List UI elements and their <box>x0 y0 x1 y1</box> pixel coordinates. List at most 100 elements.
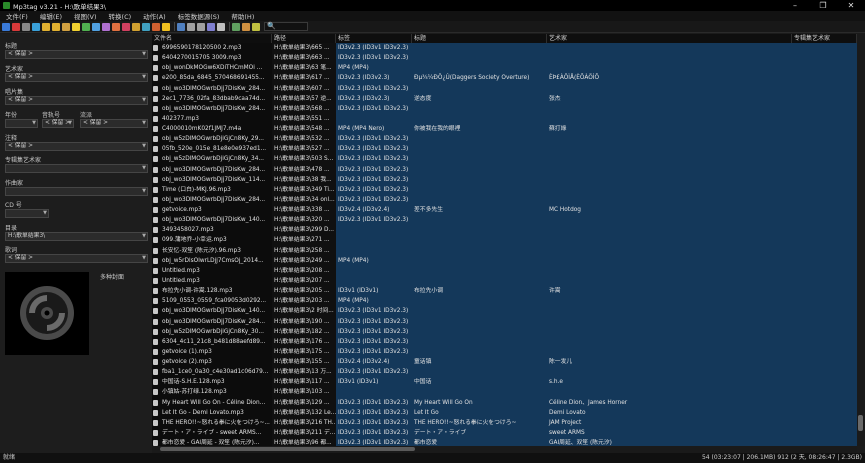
table-row[interactable]: 3493458027.mp3 H:\歌单结果3\299 D... <box>152 225 857 236</box>
table-row[interactable]: e200_85da_6845_570468691455... H:\歌单结果3\6… <box>152 73 857 84</box>
album-field[interactable]: < 保留 > ▼ <box>5 96 148 105</box>
scroll-thumb[interactable] <box>858 415 863 431</box>
table-row[interactable]: obj_wo3DlMOGwrbDjj7DisKw_284... H:\歌单结果3\… <box>152 316 857 327</box>
table-row[interactable]: 099.蒲地乔-小幸运.mp3 H:\歌单结果3\271 ... <box>152 235 857 246</box>
track-field[interactable]: < 保留 > ▼ <box>42 119 74 128</box>
table-row[interactable]: Let It Go - Demi Lovato.mp3 H:\歌单结果3\132 … <box>152 407 857 418</box>
close-icon[interactable]: ✕ <box>837 0 865 11</box>
artist-field[interactable]: < 保留 > ▼ <box>5 73 148 82</box>
table-row[interactable]: getvoice.mp3 H:\歌单结果3\338 ... ID3v2.4 (ID3… <box>152 205 857 216</box>
menu-help[interactable]: 帮助(H) <box>231 11 254 21</box>
save-icon[interactable] <box>2 22 10 31</box>
tag-to-filename-icon[interactable] <box>82 22 90 31</box>
table-row[interactable]: 小镇姑-苏打绿.128.mp3 H:\歌单结果3\103 ... <box>152 387 857 398</box>
table-row[interactable]: fba1_1ce0_0a30_c4e30ad1c06d79... H:\歌单结果3… <box>152 367 857 378</box>
table-row[interactable]: Time (口白)-MKJ.96.mp3 H:\歌单结果3\349 Ti... ID… <box>152 184 857 195</box>
table-row[interactable]: obj_wo3DlMOGwrbDjj7DisKw_114... H:\歌单结果3\… <box>152 174 857 185</box>
column-header-title[interactable]: 标题 <box>412 34 547 43</box>
options-icon[interactable] <box>217 22 225 31</box>
add-folder-icon[interactable] <box>52 22 60 31</box>
column-header-filename[interactable]: 文件名 <box>152 34 272 43</box>
select-all-icon[interactable] <box>177 22 185 31</box>
table-row[interactable]: 中国话-S.H.E.128.mp3 H:\歌单结果3\117 ... ID3v1 (… <box>152 377 857 388</box>
table-row[interactable]: Untitled.mp3 H:\歌单结果3\207 ... <box>152 275 857 287</box>
table-row[interactable]: 6404270015705 3009.mp3 H:\歌单结果3\663 ... ID… <box>152 53 857 64</box>
genre-field[interactable]: < 保留 > ▼ <box>80 119 148 128</box>
table-row[interactable]: My Heart Will Go On - Céline Dion... H:\歌… <box>152 397 857 408</box>
favorite-icon[interactable] <box>72 22 80 31</box>
table-row[interactable]: obj_wo3DlMOGwrbDjj7DisKw_284... H:\歌单结果3\… <box>152 83 857 94</box>
table-row[interactable]: 6996590178120500 2.mp3 H:\歌单结果3\665 ... ID… <box>152 43 857 54</box>
column-header-album-artist[interactable]: 专辑集艺术家 <box>792 34 857 43</box>
export-icon[interactable] <box>162 22 170 31</box>
horizontal-scrollbar[interactable] <box>152 446 857 453</box>
playlist-icon[interactable] <box>62 22 70 31</box>
discogs-icon[interactable] <box>142 22 150 31</box>
refresh-icon[interactable] <box>32 22 40 31</box>
directory-field[interactable]: H:\歌单结果3\ ▼ <box>5 232 148 241</box>
filename-to-tag-icon[interactable] <box>92 22 100 31</box>
copy-tag-icon[interactable] <box>187 22 195 31</box>
vertical-scrollbar[interactable] <box>857 34 865 446</box>
web-icon[interactable] <box>242 22 250 31</box>
undo-icon[interactable] <box>22 22 30 31</box>
table-row[interactable]: getvoice (2).mp3 H:\歌单结果3\155 ... ID3v2.4 … <box>152 357 857 368</box>
table-row[interactable]: 5109_0553_0559_fca09053d0292... H:\歌单结果3\… <box>152 296 857 307</box>
table-row[interactable]: 402377.mp3 H:\歌单结果3\551 ... <box>152 113 857 125</box>
help-icon[interactable] <box>252 22 260 31</box>
menu-tag-sources[interactable]: 标签数据源(S) <box>178 11 220 21</box>
table-row[interactable]: THE HERO!!~怒れる拳に火をつけろ~... H:\歌单结果3\216 TH… <box>152 417 857 428</box>
table-row[interactable]: C4000010mK02f1JMJ7.m4a H:\歌单结果3\548 ... MP… <box>152 124 857 135</box>
paste-tag-icon[interactable] <box>197 22 205 31</box>
table-row[interactable]: デート・ア・ライブ - sweet ARMS... H:\歌单结果3\211 デ.… <box>152 427 857 439</box>
scroll-thumb[interactable] <box>160 447 415 451</box>
freedb-icon[interactable] <box>122 22 130 31</box>
cover-art[interactable] <box>5 272 89 355</box>
year-field[interactable]: ▼ <box>5 119 38 128</box>
remove-tag-icon[interactable] <box>12 22 20 31</box>
table-row[interactable]: obj_wo3DlMOGwrbDjj7DisKw_284... H:\歌单结果3\… <box>152 164 857 175</box>
comment-field[interactable]: < 保留 > ▼ <box>5 142 148 151</box>
table-row[interactable]: obj_wonDkMOGw6XDiTHCmMOi ... H:\歌单结果3\63 … <box>152 63 857 74</box>
table-row[interactable]: 布拉先小调-许嵩.128.mp3 H:\歌单结果3\205 ... ID3v1 (I… <box>152 286 857 297</box>
table-row[interactable]: obj_w5zDlMOGwrbDjiGjCn8Ky_34... H:\歌单结果3\… <box>152 154 857 165</box>
autonumber-icon[interactable] <box>112 22 120 31</box>
file-list[interactable]: 文件名 路径 标签 标题 艺术家 专辑集艺术家 6996590178120500… <box>152 34 857 446</box>
column-header-path[interactable]: 路径 <box>272 34 336 43</box>
table-row[interactable]: obj_w5zDlMOGwrbDjiGjCn8Ky_29... H:\歌单结果3\… <box>152 134 857 145</box>
composer-field[interactable]: ▼ <box>5 187 148 196</box>
table-row[interactable]: 05fb_520e_015e_81e8e0e937ed1... H:\歌单结果3\… <box>152 144 857 155</box>
menu-edit[interactable]: 编辑(E) <box>40 11 62 21</box>
amazon-icon[interactable] <box>152 22 160 31</box>
minimize-icon[interactable]: – <box>781 0 809 11</box>
table-row[interactable]: 6304_4c11_21c8_b481d88aefd89... H:\歌单结果3\… <box>152 336 857 347</box>
title-field[interactable]: < 保留 > ▼ <box>5 50 148 59</box>
menu-view[interactable]: 视图(V) <box>74 11 97 21</box>
table-row[interactable]: 都市恋爱 - GAI周延 - 双笙 (陈元汐)... H:\歌单结果3\96 都.… <box>152 438 857 446</box>
musicbrainz-icon[interactable] <box>132 22 140 31</box>
columns-icon[interactable] <box>207 22 215 31</box>
table-row[interactable]: obj_wo3DlMOGwrbDjj7DisKw_140... H:\歌单结果3\… <box>152 215 857 226</box>
table-row[interactable]: obj_wo3DlMOGwrbDjj7DisKw_284... H:\歌单结果3\… <box>152 103 857 114</box>
lyrics-field[interactable]: < 保留 > ▼ <box>5 254 148 263</box>
table-row[interactable]: obj_w5rDlsOlwrLDjj7CmsOj_2014... H:\歌单结果3… <box>152 255 857 266</box>
table-row[interactable]: 长安忆-双笙 (陈元汐).96.mp3 H:\歌单结果3\258 ... <box>152 245 857 256</box>
column-header-artist[interactable]: 艺术家 <box>547 34 792 43</box>
menu-convert[interactable]: 转换(C) <box>109 11 132 21</box>
actions-icon[interactable] <box>102 22 110 31</box>
album-artist-field[interactable]: ▼ <box>5 164 148 173</box>
table-row[interactable]: getvoice (1).mp3 H:\歌单结果3\175 ... ID3v2.3 … <box>152 346 857 358</box>
table-row[interactable]: 2ec1_7736_02fa_83dbab9caa74d... H:\歌单结果3\… <box>152 93 857 104</box>
open-folder-icon[interactable] <box>42 22 50 31</box>
column-header-tag[interactable]: 标签 <box>336 34 412 43</box>
table-row[interactable]: obj_wo3DlMOGwrbDjj7DisKw_140... H:\歌单结果3\… <box>152 306 857 317</box>
view-icon[interactable] <box>232 22 240 31</box>
maximize-icon[interactable]: ❐ <box>809 0 837 11</box>
menu-file[interactable]: 文件(F) <box>6 11 28 21</box>
cd-number-field[interactable]: ▼ <box>5 209 49 218</box>
filter-input[interactable]: 🔍 <box>264 22 308 31</box>
table-row[interactable]: obj_wo3DlMOGwrbDjj7DisKw_284... H:\歌单结果3\… <box>152 194 857 206</box>
table-row[interactable]: Untitled.mp3 H:\歌单结果3\208 ... <box>152 265 857 276</box>
menu-actions[interactable]: 动作(A) <box>143 11 166 21</box>
table-row[interactable]: obj_w5zDlMOGwrbDjiGjCn8Ky_30... H:\歌单结果3\… <box>152 326 857 337</box>
